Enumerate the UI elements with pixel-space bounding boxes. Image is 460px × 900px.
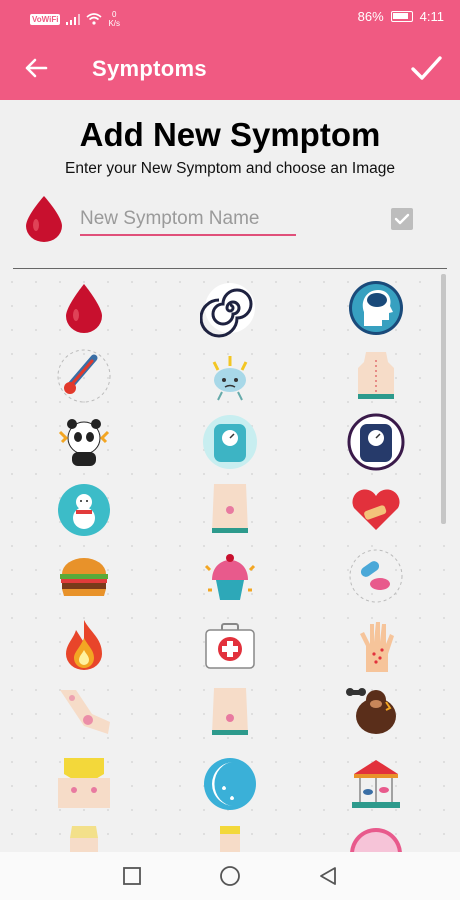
wifi-icon: [86, 13, 102, 25]
blood-drop-icon[interactable]: [54, 278, 114, 338]
signal-icon: [66, 13, 81, 25]
symptom-icon-grid[interactable]: [0, 270, 460, 852]
snowman-chills-icon[interactable]: [54, 480, 114, 540]
hand-rash-icon[interactable]: [346, 616, 406, 676]
first-aid-kit-icon[interactable]: [200, 616, 260, 676]
scrollbar[interactable]: [441, 274, 446, 524]
home-circle-icon[interactable]: [219, 865, 241, 887]
system-nav-bar: [0, 852, 460, 900]
status-right: 86% 4:11: [358, 9, 444, 24]
spiral-dizziness-icon[interactable]: [200, 278, 260, 338]
clock: 4:11: [419, 9, 444, 24]
battery-percent: 86%: [357, 9, 384, 24]
page-subtitle: Enter your New Symptom and choose an Ima…: [65, 160, 395, 177]
fire-hot-flash-icon[interactable]: [54, 616, 114, 676]
partial-icon-pink[interactable]: [346, 824, 406, 852]
cupcake-craving-icon[interactable]: [200, 546, 260, 606]
back-triangle-icon[interactable]: [317, 865, 339, 887]
confirm-checkbox[interactable]: [391, 208, 413, 230]
network-speed: 0 K/s: [108, 10, 120, 28]
confirm-checkmark-icon[interactable]: [408, 50, 444, 86]
thermometer-fever-icon[interactable]: [54, 346, 114, 406]
brain-headache-icon[interactable]: [200, 346, 260, 406]
pill-medicine-icon[interactable]: [346, 546, 406, 606]
lower-back-pain-icon[interactable]: [200, 682, 260, 742]
checkbox-check-icon: [394, 213, 410, 225]
gorilla-angry-icon[interactable]: [346, 682, 406, 742]
page-title: Add New Symptom: [79, 116, 381, 153]
partial-icon-blonde[interactable]: [54, 824, 114, 852]
selected-blood-drop-icon[interactable]: [22, 194, 66, 244]
battery-icon: [390, 11, 413, 22]
bare-stomach-icon[interactable]: [200, 480, 260, 540]
app-bar: Symptoms: [0, 36, 460, 100]
partial-icon-face[interactable]: [200, 824, 260, 852]
moon-night-sweats-icon[interactable]: [200, 754, 260, 814]
breast-tenderness-icon[interactable]: [54, 754, 114, 814]
heart-bandage-icon[interactable]: [346, 480, 406, 540]
knee-elbow-pain-icon[interactable]: [54, 682, 114, 742]
net-speed-value: 0: [112, 10, 117, 19]
weight-scale-teal-icon[interactable]: [200, 412, 260, 472]
carousel-mood-swings-icon[interactable]: [346, 754, 406, 814]
recents-square-icon[interactable]: [121, 865, 143, 887]
panda-stress-icon[interactable]: [54, 412, 114, 472]
net-speed-unit: K/s: [108, 19, 121, 28]
back-pain-icon[interactable]: [346, 346, 406, 406]
symptom-name-input[interactable]: [80, 204, 296, 236]
status-bar: VoWiFi 0 K/s 86% 4:11: [0, 0, 460, 36]
status-left: VoWiFi 0 K/s: [30, 10, 120, 28]
vowifi-badge: VoWiFi: [30, 13, 61, 25]
weight-scale-navy-icon[interactable]: [346, 412, 406, 472]
divider: [13, 268, 447, 269]
back-arrow-icon[interactable]: [20, 52, 52, 84]
burger-craving-icon[interactable]: [54, 546, 114, 606]
brain-head-icon[interactable]: [346, 278, 406, 338]
app-bar-title: Symptoms: [92, 56, 207, 81]
